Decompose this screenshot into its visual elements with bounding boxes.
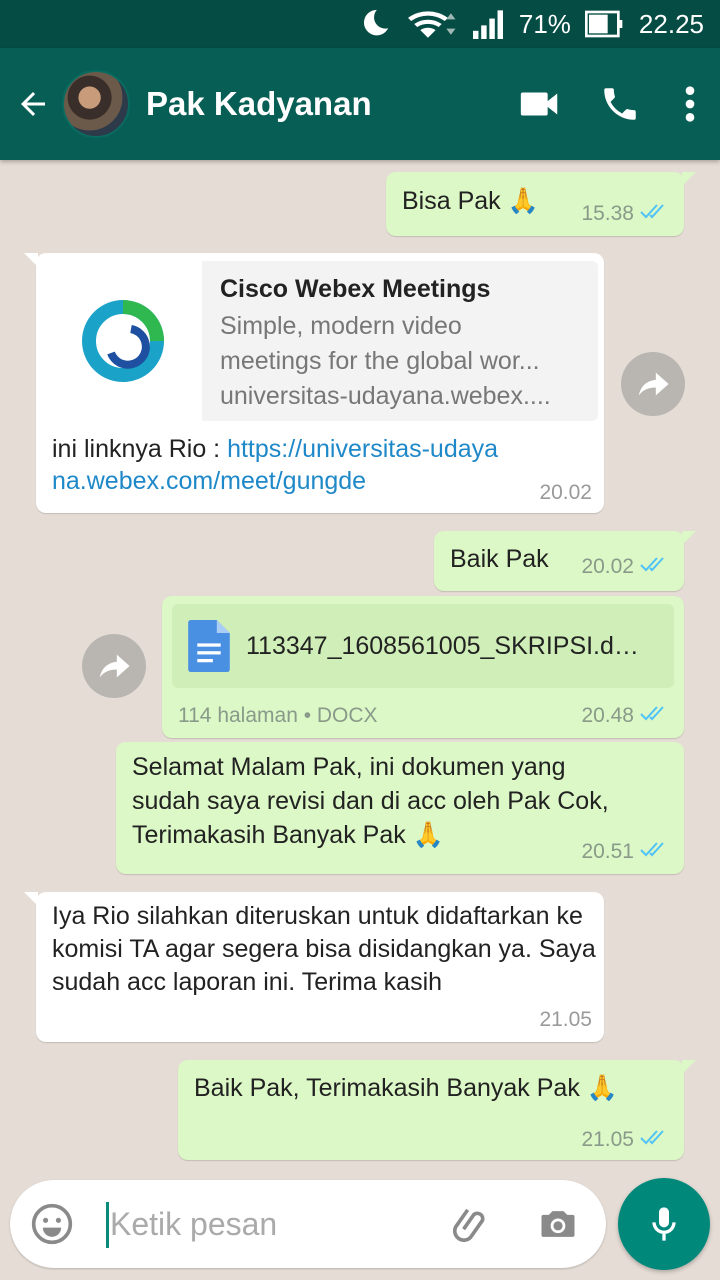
- attach-button[interactable]: [450, 1202, 494, 1251]
- forward-arrow-icon: [638, 372, 669, 396]
- paperclip-icon: [452, 1208, 485, 1242]
- message-outgoing-document[interactable]: 113347_1608561005_SKRIPSI.docx 114 halam…: [162, 596, 684, 738]
- message-text: ini linknya Rio :: [52, 435, 228, 463]
- message-time: 21.05: [539, 1008, 592, 1031]
- signal-icon: [471, 9, 505, 39]
- chat-header: Pak Kadyanan: [0, 48, 720, 160]
- contact-name[interactable]: Pak Kadyanan: [146, 85, 500, 123]
- avatar[interactable]: [62, 70, 130, 138]
- wifi-icon: [405, 7, 457, 41]
- message-time: 20.02: [581, 555, 634, 578]
- video-camera-icon: [520, 92, 558, 116]
- webex-logo-icon: [44, 261, 202, 421]
- message-incoming[interactable]: Cisco Webex Meetings Simple, modern vide…: [24, 253, 604, 513]
- message-time: 21.05: [581, 1128, 634, 1151]
- back-button[interactable]: [6, 74, 60, 134]
- double-check-icon: [640, 704, 670, 728]
- message-time: 20.51: [581, 840, 634, 863]
- message-input[interactable]: Ketik pesan: [110, 1206, 277, 1243]
- phone-icon: [604, 88, 636, 120]
- forward-arrow-icon: [99, 654, 130, 678]
- microphone-icon: [652, 1207, 676, 1241]
- document-icon: [188, 620, 230, 672]
- clock: 22.25: [638, 8, 704, 39]
- voice-call-button[interactable]: [580, 64, 660, 144]
- camera-button[interactable]: [536, 1202, 580, 1251]
- message-time: 15.38: [581, 202, 634, 225]
- link-preview-title: Cisco Webex Meetings: [220, 275, 491, 303]
- message-outgoing[interactable]: Selamat Malam Pak, ini dokumen yang suda…: [116, 742, 684, 874]
- battery-percent: 71%: [518, 8, 571, 39]
- battery-icon: [584, 9, 625, 39]
- link-preview-description: meetings for the global wor...: [220, 347, 540, 375]
- smiley-icon: [31, 1203, 73, 1245]
- document-filename: 113347_1608561005_SKRIPSI.docx: [246, 631, 646, 660]
- message-outgoing[interactable]: Bisa Pak 🙏 15.38: [386, 172, 696, 236]
- message-incoming[interactable]: Iya Rio silahkan diteruskan untuk didaft…: [24, 892, 604, 1042]
- arrow-left-icon: [21, 92, 45, 116]
- moon-icon: [357, 7, 391, 41]
- double-check-icon: [640, 1128, 670, 1152]
- link-preview[interactable]: Cisco Webex Meetings Simple, modern vide…: [44, 261, 598, 421]
- document-meta: 114 halaman • DOCX: [178, 704, 378, 727]
- more-options-button[interactable]: [660, 64, 720, 144]
- message-outgoing[interactable]: Baik Pak 20.02: [434, 531, 696, 591]
- message-text: Iya Rio silahkan diteruskan untuk didaft…: [52, 902, 596, 996]
- emoji-button[interactable]: [30, 1202, 74, 1251]
- double-check-icon: [640, 840, 670, 864]
- double-check-icon: [640, 555, 670, 579]
- forward-button[interactable]: [82, 634, 146, 698]
- status-bar: 71% 22.25: [0, 0, 720, 48]
- double-check-icon: [640, 202, 670, 226]
- document-attachment[interactable]: 113347_1608561005_SKRIPSI.docx: [172, 604, 674, 688]
- message-outgoing[interactable]: Baik Pak, Terimakasih Banyak Pak 🙏 21.05: [178, 1060, 696, 1160]
- message-list[interactable]: Bisa Pak 🙏 15.38 Cisco Webex Meetings Si…: [0, 160, 720, 1170]
- link-preview-domain: universitas-udayana.webex....: [220, 382, 551, 410]
- forward-button[interactable]: [621, 352, 685, 416]
- message-text: Bisa Pak 🙏: [402, 187, 539, 215]
- message-text: Selamat Malam Pak, ini dokumen yang suda…: [132, 753, 609, 849]
- message-text: Baik Pak: [450, 545, 549, 573]
- video-call-button[interactable]: [500, 64, 580, 144]
- message-composer[interactable]: Ketik pesan: [10, 1180, 606, 1268]
- camera-icon: [541, 1211, 575, 1237]
- message-time: 20.48: [581, 704, 634, 727]
- link-preview-description: Simple, modern video: [220, 312, 462, 340]
- voice-message-button[interactable]: [618, 1178, 710, 1270]
- more-vertical-icon: [685, 86, 695, 122]
- message-time: 20.02: [539, 481, 592, 504]
- message-text: Baik Pak, Terimakasih Banyak Pak 🙏: [194, 1074, 618, 1102]
